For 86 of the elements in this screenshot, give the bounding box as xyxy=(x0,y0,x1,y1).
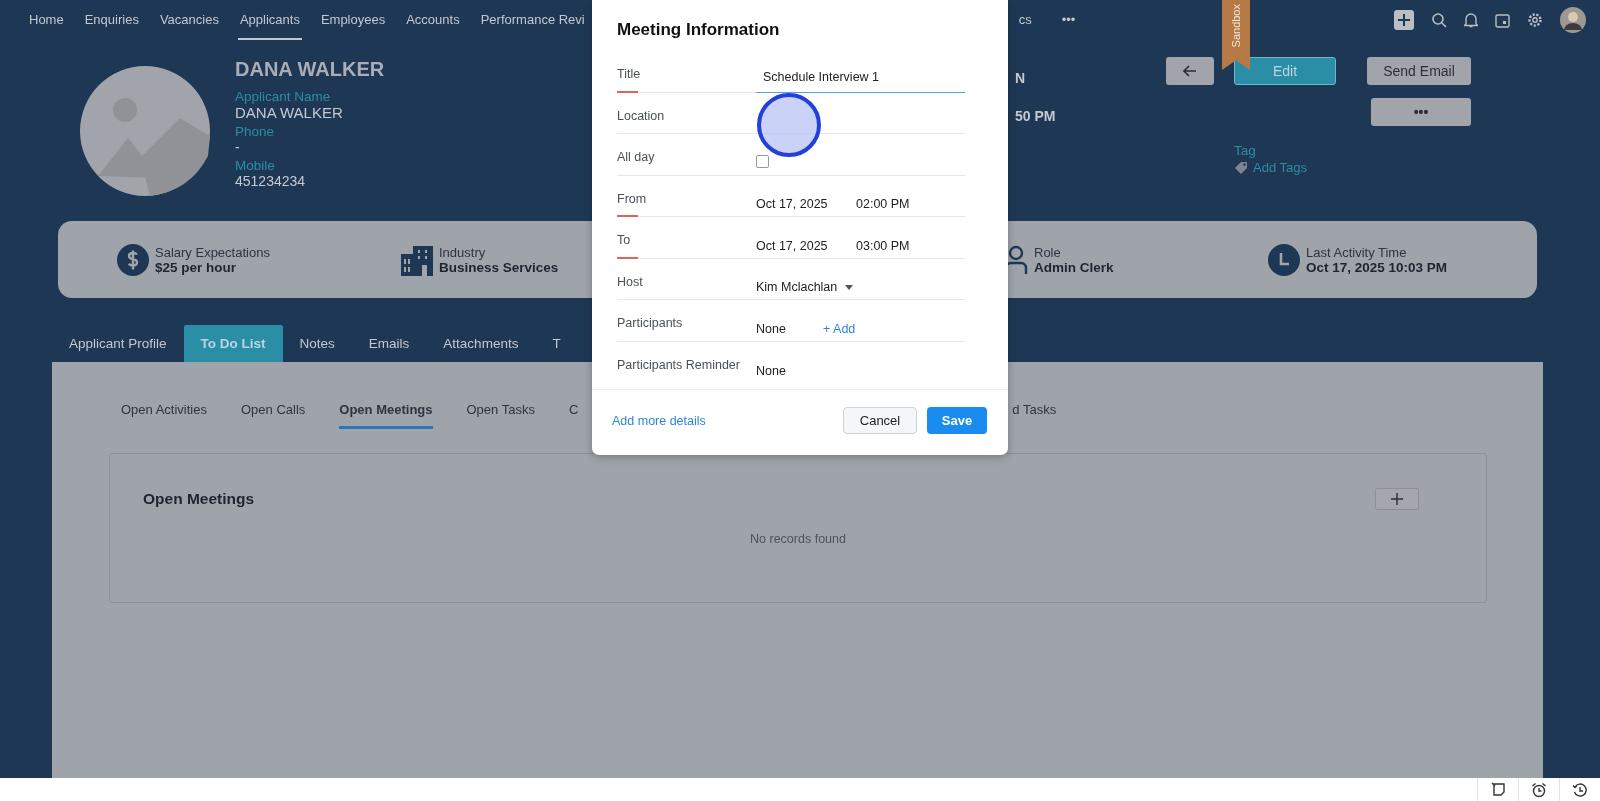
field-label: Mobile xyxy=(235,158,276,173)
info-value: Admin Clerk xyxy=(1034,259,1114,275)
nav-link[interactable]: Performance Revi xyxy=(478,0,587,40)
building-icon xyxy=(401,243,433,276)
history-icon[interactable] xyxy=(1572,781,1588,798)
nav-link[interactable]: Applicants xyxy=(237,0,302,40)
more-nav-button[interactable]: ••• xyxy=(1059,0,1078,40)
tag-label: Tag xyxy=(1234,143,1257,158)
search-icon[interactable] xyxy=(1431,12,1447,28)
more-actions-button[interactable]: ••• xyxy=(1371,98,1471,126)
date-field[interactable]: Oct 17, 2025 xyxy=(756,238,856,253)
nav-link[interactable]: Home xyxy=(27,0,66,40)
tab[interactable]: Attachments xyxy=(426,325,536,362)
alarm-clock-icon[interactable] xyxy=(1531,781,1547,798)
settings-icon[interactable] xyxy=(1527,12,1543,28)
nav-link[interactable]: Vacancies xyxy=(157,0,221,40)
subtab[interactable]: Open Tasks xyxy=(466,402,535,429)
clock-icon xyxy=(1268,243,1300,276)
field-value: None xyxy=(756,321,787,336)
text-field[interactable]: Schedule Interview 1 xyxy=(756,69,965,93)
field-label: Participants xyxy=(617,316,683,330)
field-label: To xyxy=(617,233,631,247)
info-value: Oct 17, 2025 10:03 PM xyxy=(1306,259,1448,275)
back-button[interactable] xyxy=(1166,57,1214,85)
field-label: All day xyxy=(617,150,655,164)
date-field[interactable]: Oct 17, 2025 xyxy=(756,197,856,211)
note-icon[interactable] xyxy=(1490,782,1506,797)
nav-link[interactable]: Accounts xyxy=(404,0,462,40)
required-mark xyxy=(617,215,638,217)
info-value: Business Services xyxy=(439,259,559,275)
info-label: Salary Expectations xyxy=(155,244,270,260)
nav-link[interactable]: Enquiries xyxy=(82,0,141,40)
required-mark xyxy=(617,90,638,93)
field-value: - xyxy=(235,139,241,155)
required-mark xyxy=(617,256,638,259)
empty-message: No records found xyxy=(749,532,847,546)
sandbox-ribbon: Sandbox xyxy=(1222,0,1250,70)
send-email-button[interactable]: Send Email xyxy=(1367,57,1471,85)
partial-text: N xyxy=(1015,70,1027,86)
field-label: Title xyxy=(617,67,641,81)
field-label: Host xyxy=(617,274,643,289)
dialog-title: Meeting Information xyxy=(616,19,781,41)
calendar-icon[interactable] xyxy=(1495,12,1510,28)
field-label: Participants Reminder xyxy=(617,357,740,372)
field-label: Location xyxy=(617,108,665,123)
caret-icon xyxy=(845,284,854,290)
subtab[interactable]: Open Activities xyxy=(121,402,207,429)
subtab[interactable]: Open Meetings xyxy=(339,402,433,429)
add-icon[interactable] xyxy=(1394,10,1414,30)
add-participants-link[interactable]: + Add xyxy=(823,321,856,336)
subtab[interactable]: d Tasks xyxy=(1012,402,1057,429)
subtab[interactable]: C xyxy=(568,402,579,429)
cancel-button[interactable]: Cancel xyxy=(843,407,917,434)
subtab[interactable]: Open Calls xyxy=(241,402,306,429)
tag-icon xyxy=(1234,160,1249,175)
dollar-icon xyxy=(117,243,149,276)
applicant-name-heading: DANA WALKER xyxy=(235,58,386,81)
add-meeting-button[interactable] xyxy=(1375,488,1419,510)
user-avatar[interactable] xyxy=(1560,7,1586,33)
field-label: From xyxy=(617,191,647,206)
add-more-details-link[interactable]: Add more details xyxy=(612,413,706,428)
host-dropdown[interactable]: Kim Mclachlan xyxy=(756,280,854,294)
nav-link[interactable]: cs xyxy=(1016,0,1034,40)
bell-icon[interactable] xyxy=(1464,12,1478,28)
back-arrow-icon xyxy=(1183,65,1197,77)
partial-text: 50 PM xyxy=(1015,108,1056,124)
section-title: Open Meetings xyxy=(143,490,255,508)
info-label: Industry xyxy=(439,244,487,260)
tab[interactable]: Notes xyxy=(282,325,352,362)
field-value[interactable]: None xyxy=(756,364,786,378)
field-value: Schedule Interview 1 xyxy=(763,69,880,84)
checkbox[interactable] xyxy=(756,154,769,168)
nav-link[interactable]: Employees xyxy=(318,0,388,40)
time-field[interactable]: 02:00 PM xyxy=(856,197,910,211)
field-label: Phone xyxy=(235,124,276,139)
info-label: Last Activity Time xyxy=(1306,244,1408,260)
info-label: Role xyxy=(1034,244,1062,260)
info-value: $25 per hour xyxy=(155,259,237,275)
tab[interactable]: Emails xyxy=(351,325,427,362)
tab[interactable]: Applicant Profile xyxy=(52,325,184,362)
field-label: Applicant Name xyxy=(235,89,332,104)
time-field[interactable]: 03:00 PM xyxy=(856,238,910,253)
field-value: 451234234 xyxy=(235,173,307,189)
field-value: DANA WALKER xyxy=(235,104,344,121)
plus-icon xyxy=(1391,493,1403,505)
tab[interactable]: T xyxy=(535,325,578,362)
